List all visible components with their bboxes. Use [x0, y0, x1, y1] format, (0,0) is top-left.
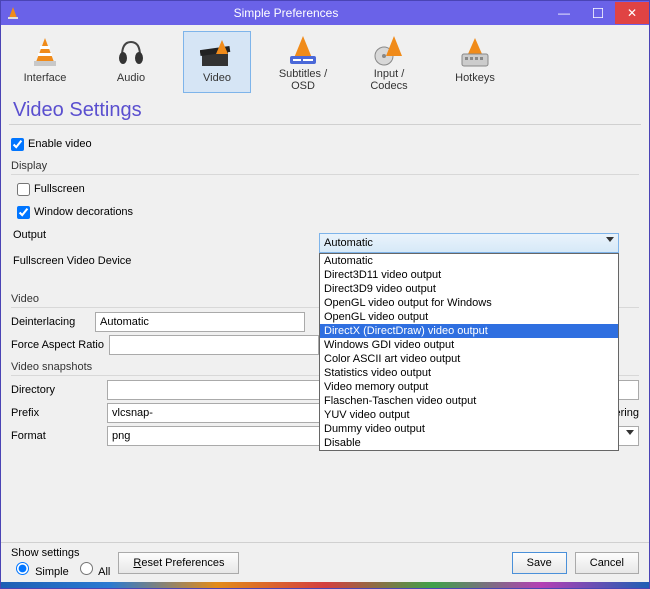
footer: Show settings Simple All Reset Preferenc…: [1, 542, 649, 582]
output-option[interactable]: Statistics video output: [320, 366, 618, 380]
deinterlacing-combo[interactable]: Automatic: [95, 312, 305, 332]
app-icon: [1, 6, 25, 20]
output-option[interactable]: OpenGL video output: [320, 310, 618, 324]
page-heading: Video Settings: [1, 95, 649, 124]
reset-preferences-button[interactable]: Reset Preferences: [118, 552, 239, 574]
preferences-window: Simple Preferences ― ✕ Interface Audio V…: [0, 0, 650, 589]
tab-interface[interactable]: Interface: [11, 31, 79, 93]
prefix-label: Prefix: [11, 407, 95, 419]
cancel-button[interactable]: Cancel: [575, 552, 639, 574]
minimize-button[interactable]: ―: [547, 2, 581, 24]
simple-radio[interactable]: Simple: [11, 559, 69, 578]
output-option[interactable]: Windows GDI video output: [320, 338, 618, 352]
format-label: Format: [11, 430, 95, 442]
taskbar: [1, 582, 649, 588]
save-button[interactable]: Save: [512, 552, 567, 574]
settings-content: Enable video Display Fullscreen Window d…: [1, 131, 649, 542]
fullscreen-checkbox[interactable]: [17, 183, 30, 196]
force-aspect-label: Force Aspect Ratio: [11, 339, 109, 351]
tab-label: Subtitles / OSD: [270, 68, 336, 92]
tab-label: Input / Codecs: [356, 68, 422, 92]
headphones-icon: [113, 34, 149, 70]
keyboard-cone-icon: [457, 34, 493, 70]
format-value: png: [112, 430, 130, 442]
subtitles-cone-icon: [285, 34, 321, 66]
output-combo[interactable]: Automatic: [319, 233, 619, 253]
window-decorations-checkbox[interactable]: [17, 206, 30, 219]
fullscreen-label: Fullscreen: [34, 183, 85, 195]
deinterlacing-value: Automatic: [100, 316, 149, 328]
tab-label: Interface: [24, 72, 67, 84]
maximize-button[interactable]: [581, 2, 615, 24]
divider: [9, 124, 641, 125]
fullscreen-row: Fullscreen: [11, 179, 639, 199]
output-option[interactable]: Direct3D11 video output: [320, 268, 618, 282]
window-title: Simple Preferences: [25, 6, 547, 20]
enable-video-label: Enable video: [28, 138, 92, 150]
display-group-label: Display: [11, 160, 639, 172]
output-selected-value: Automatic: [324, 237, 373, 249]
output-option[interactable]: DirectX (DirectDraw) video output: [320, 324, 618, 338]
fullscreen-device-label: Fullscreen Video Device: [13, 255, 173, 267]
tab-audio[interactable]: Audio: [97, 31, 165, 93]
tab-subtitles[interactable]: Subtitles / OSD: [269, 31, 337, 93]
show-settings-label: Show settings: [11, 547, 110, 559]
tab-label: Video: [203, 72, 231, 84]
window-decorations-row: Window decorations: [11, 202, 639, 222]
output-option[interactable]: Automatic: [320, 254, 618, 268]
tab-hotkeys[interactable]: Hotkeys: [441, 31, 509, 93]
window-decorations-label: Window decorations: [34, 206, 133, 218]
disc-cone-icon: [371, 34, 407, 66]
tab-input-codecs[interactable]: Input / Codecs: [355, 31, 423, 93]
chevron-down-icon: [606, 237, 614, 242]
directory-label: Directory: [11, 384, 95, 396]
force-aspect-input[interactable]: [109, 335, 319, 355]
clapperboard-cone-icon: [199, 34, 235, 70]
show-settings-group: Show settings Simple All: [11, 547, 110, 578]
output-option[interactable]: Disable: [320, 436, 618, 450]
output-option[interactable]: Direct3D9 video output: [320, 282, 618, 296]
tab-video[interactable]: Video: [183, 31, 251, 93]
output-dropdown[interactable]: AutomaticDirect3D11 video outputDirect3D…: [319, 253, 619, 451]
cone-icon: [27, 34, 63, 70]
output-label: Output: [13, 229, 173, 241]
tab-label: Audio: [117, 72, 145, 84]
close-button[interactable]: ✕: [615, 2, 649, 24]
tab-label: Hotkeys: [455, 72, 495, 84]
chevron-down-icon: [626, 430, 634, 435]
deinterlacing-label: Deinterlacing: [11, 316, 95, 328]
category-toolbar: Interface Audio Video Subtitles / OSD In…: [1, 25, 649, 95]
output-option[interactable]: YUV video output: [320, 408, 618, 422]
output-option[interactable]: OpenGL video output for Windows: [320, 296, 618, 310]
output-option[interactable]: Flaschen-Taschen video output: [320, 394, 618, 408]
enable-video-row: Enable video: [11, 134, 639, 154]
titlebar: Simple Preferences ― ✕: [1, 1, 649, 25]
all-radio[interactable]: All: [75, 559, 111, 578]
enable-video-checkbox[interactable]: [11, 138, 24, 151]
output-option[interactable]: Dummy video output: [320, 422, 618, 436]
output-option[interactable]: Video memory output: [320, 380, 618, 394]
divider: [11, 174, 639, 175]
output-option[interactable]: Color ASCII art video output: [320, 352, 618, 366]
